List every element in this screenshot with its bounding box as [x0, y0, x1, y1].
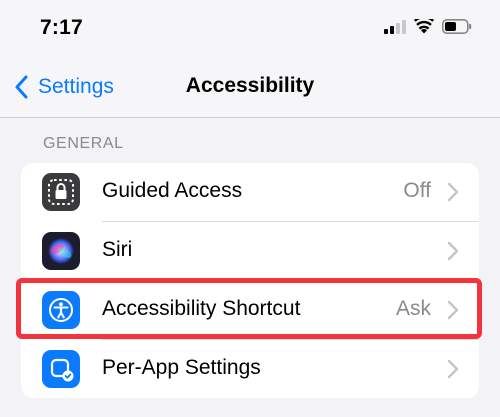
row-accessibility-shortcut[interactable]: Accessibility Shortcut Ask	[21, 281, 479, 339]
row-value: Off	[403, 179, 431, 202]
section-header-general: GENERAL	[43, 135, 124, 152]
chevron-right-icon	[447, 182, 459, 202]
accessibility-settings-screen: 7:17 Settings Accessibility GENERAL Guid…	[0, 0, 500, 417]
page-title: Accessibility	[185, 74, 315, 97]
row-value: Ask	[395, 297, 431, 320]
navigation-bar: Settings Accessibility	[0, 56, 500, 118]
status-icons	[384, 15, 472, 39]
chevron-right-icon	[447, 359, 459, 379]
row-label: Siri	[102, 238, 133, 261]
guided-access-icon	[42, 173, 80, 211]
battery-icon	[442, 19, 472, 39]
siri-icon	[42, 232, 80, 270]
status-bar: 7:17	[0, 0, 500, 56]
row-label: Guided Access	[102, 179, 243, 202]
chevron-right-icon	[447, 241, 459, 261]
accessibility-icon	[42, 291, 80, 329]
per-app-settings-icon	[42, 350, 80, 388]
status-time: 7:17	[40, 16, 83, 39]
row-label: Accessibility Shortcut	[102, 297, 301, 320]
chevron-right-icon	[447, 300, 459, 320]
cellular-signal-icon	[384, 19, 406, 39]
settings-group-general: Guided Access Off Siri Accessibility Sho…	[21, 163, 479, 398]
row-per-app-settings[interactable]: Per-App Settings	[21, 340, 479, 398]
row-siri[interactable]: Siri	[21, 222, 479, 280]
row-label: Per-App Settings	[102, 356, 261, 379]
row-guided-access[interactable]: Guided Access Off	[21, 163, 479, 221]
wifi-icon	[414, 15, 434, 39]
